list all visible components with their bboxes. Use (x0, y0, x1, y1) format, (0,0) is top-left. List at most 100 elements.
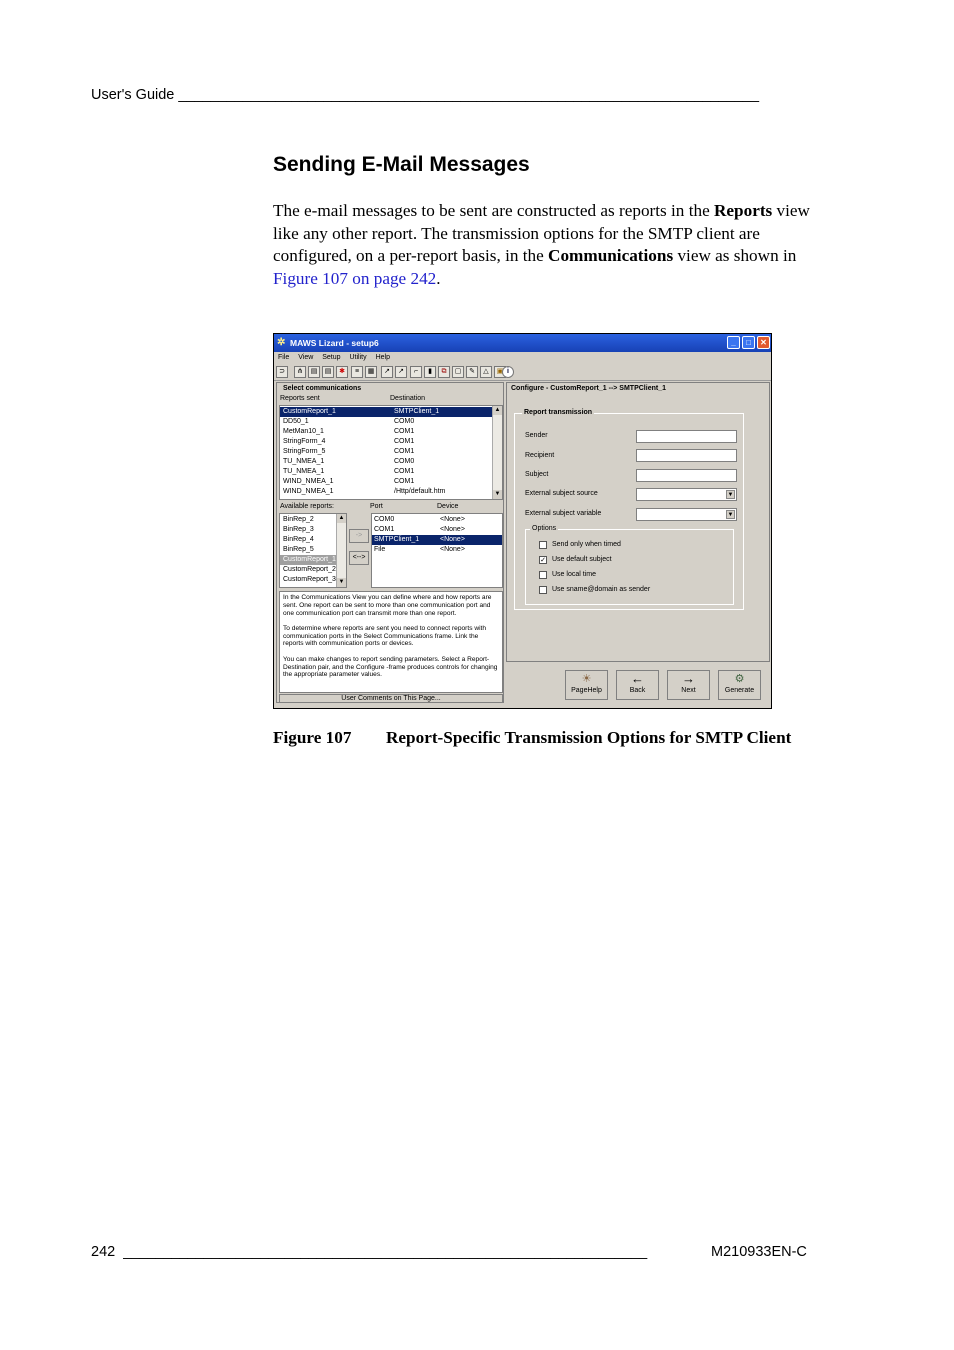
external-subject-variable-label: External subject variable (525, 510, 602, 517)
list-item[interactable]: COM0 <None> (372, 515, 502, 525)
frame-title: Select communications (283, 385, 362, 392)
list-item[interactable]: SMTPClient_1 <None> (372, 535, 502, 545)
flag-icon[interactable]: ⌐ (410, 366, 422, 378)
send-only-when-timed-checkbox[interactable] (539, 541, 547, 549)
page-help-button[interactable]: ☀ PageHelp (565, 670, 608, 700)
option-label: Use sname@domain as sender (552, 586, 651, 593)
list-item[interactable]: COM1 <None> (372, 525, 502, 535)
generate-button[interactable]: ⚙ Generate (718, 670, 761, 700)
window-titlebar: ✲ MAWS Lizard - setup6 _ □ ✕ (274, 334, 771, 352)
subject-field[interactable] (636, 469, 737, 482)
use-default-subject-checkbox[interactable]: ✓ (539, 556, 547, 564)
menu-help[interactable]: Help (376, 352, 390, 364)
sender-label: Sender (525, 432, 548, 439)
arrow-right-icon: → (682, 671, 695, 686)
options-group: Options Send only when timed ✓ Use defau… (525, 525, 734, 605)
car-icon[interactable]: ⧉ (438, 366, 450, 378)
option-label: Use local time (552, 571, 596, 578)
running-header: User's Guide ___________________________… (91, 87, 760, 103)
maximize-icon[interactable]: □ (742, 336, 755, 349)
section-title: Sending E-Mail Messages (273, 153, 530, 176)
edit-icon[interactable]: ✎ (466, 366, 478, 378)
scroll-down-icon[interactable]: ▼ (493, 490, 502, 499)
list-icon[interactable]: ▦ (365, 366, 377, 378)
subject-label: Subject (525, 471, 549, 478)
arrow-left-icon: ← (631, 671, 644, 686)
use-sname-domain-checkbox[interactable] (539, 586, 547, 594)
list-item[interactable]: CustomReport_1 SMTPClient_1 (280, 407, 502, 417)
menu-setup[interactable]: Setup (322, 352, 340, 364)
user-comments-button[interactable]: User Comments on This Page... (279, 694, 503, 703)
footer-rule: ________________________________________… (123, 1244, 648, 1260)
recipient-label: Recipient (525, 452, 555, 459)
list-item[interactable]: WIND_NMEA_1 COM1 (280, 477, 502, 487)
reports-sent-list[interactable]: CustomReport_1 SMTPClient_1 DD50_1 COM0 Me… (279, 405, 503, 500)
ports-list[interactable]: COM0 <None> COM1 <None> SMTPClient_1 <None>… (371, 513, 503, 588)
doc-icon[interactable]: ▢ (452, 366, 464, 378)
scroll-up-icon[interactable]: ▲ (493, 406, 502, 415)
dev2-icon[interactable]: ▤ (322, 366, 334, 378)
walk-icon[interactable]: ↗ (395, 366, 407, 378)
disconnect-icon[interactable]: ⊃ (276, 366, 288, 378)
list-item[interactable]: TU_NMEA_1 COM0 (280, 457, 502, 467)
next-button[interactable]: → Next (667, 670, 710, 700)
toolbar: ⊃ ⋔ ▤ ▤ ✱ ≡ ▦ ↗ ↗ ⌐ ▮ ⧉ ▢ ✎ △ ▣ i (274, 365, 771, 381)
swap-link-button[interactable]: <--> (349, 551, 369, 565)
close-icon[interactable]: ✕ (757, 336, 770, 349)
port-label: Port (370, 503, 383, 510)
available-reports-label: Available reports: (280, 503, 334, 510)
scroll-up-icon[interactable]: ▲ (337, 514, 346, 523)
add-link-button[interactable]: -> (349, 529, 369, 543)
list-item[interactable]: StringForm_4 COM1 (280, 437, 502, 447)
run-icon[interactable]: ↗ (381, 366, 393, 378)
scrollbar[interactable]: ▲ ▼ (336, 514, 346, 587)
configure-frame: Configure - CustomReport_1 --> SMTPClien… (506, 382, 770, 662)
external-subject-variable-select[interactable]: ▼ (636, 508, 737, 521)
menu-view[interactable]: View (298, 352, 313, 364)
available-reports-list[interactable]: BinRep_2 BinRep_3 BinRep_4 BinRep_5 Cust… (279, 513, 347, 588)
sender-field[interactable] (636, 430, 737, 443)
figure-number: Figure 107 (273, 728, 352, 747)
external-subject-source-label: External subject source (525, 490, 598, 497)
list-item[interactable]: StringForm_5 COM1 (280, 447, 502, 457)
back-button[interactable]: ← Back (616, 670, 659, 700)
tree-icon[interactable]: ⋔ (294, 366, 306, 378)
list-item[interactable]: MetMan10_1 COM1 (280, 427, 502, 437)
list-item[interactable]: File <None> (372, 545, 502, 555)
scrollbar[interactable]: ▲ ▼ (492, 406, 502, 499)
dev-icon[interactable]: ▤ (308, 366, 320, 378)
option-label: Use default subject (552, 556, 612, 563)
external-subject-source-select[interactable]: ▼ (636, 488, 737, 501)
chevron-down-icon[interactable]: ▼ (726, 490, 735, 499)
log-icon[interactable]: ▮ (424, 366, 436, 378)
body-paragraph: The e-mail messages to be sent are const… (273, 201, 810, 288)
recipient-field[interactable] (636, 449, 737, 462)
help-text: In the Communications View you can defin… (279, 591, 503, 693)
group-title: Report transmission (522, 409, 595, 416)
menu-utility[interactable]: Utility (349, 352, 366, 364)
device-label: Device (437, 503, 459, 510)
lizard-logo-icon: ✲ (277, 337, 286, 348)
page-help-icon: ☀ (581, 673, 592, 685)
chevron-down-icon[interactable]: ▼ (726, 510, 735, 519)
info-icon[interactable]: i (502, 366, 514, 378)
scroll-down-icon[interactable]: ▼ (337, 578, 346, 587)
option-label: Send only when timed (552, 541, 621, 548)
star-icon[interactable]: ✱ (336, 366, 348, 378)
window-title: MAWS Lizard - setup6 (290, 338, 379, 348)
list-item[interactable]: DD50_1 COM0 (280, 417, 502, 427)
use-local-time-checkbox[interactable] (539, 571, 547, 579)
figure-link[interactable]: Figure 107 on page 242 (273, 269, 436, 288)
ip-icon[interactable]: ≡ (351, 366, 363, 378)
options-title: Options (530, 525, 559, 532)
col-reports-sent: Reports sent (280, 395, 320, 402)
list-item[interactable]: WIND_NMEA_1/Http/default.htm (280, 487, 502, 497)
minimize-icon[interactable]: _ (727, 336, 740, 349)
figure-title: Report-Specific Transmission Options for… (386, 728, 792, 747)
select-communications-frame: Select communications Reports sent Desti… (276, 382, 504, 703)
menu-bar: File View Setup Utility Help (274, 352, 771, 364)
gears-icon: ⚙ (734, 673, 745, 685)
bell-icon[interactable]: △ (480, 366, 492, 378)
list-item[interactable]: TU_NMEA_1 COM1 (280, 467, 502, 477)
menu-file[interactable]: File (278, 352, 289, 364)
